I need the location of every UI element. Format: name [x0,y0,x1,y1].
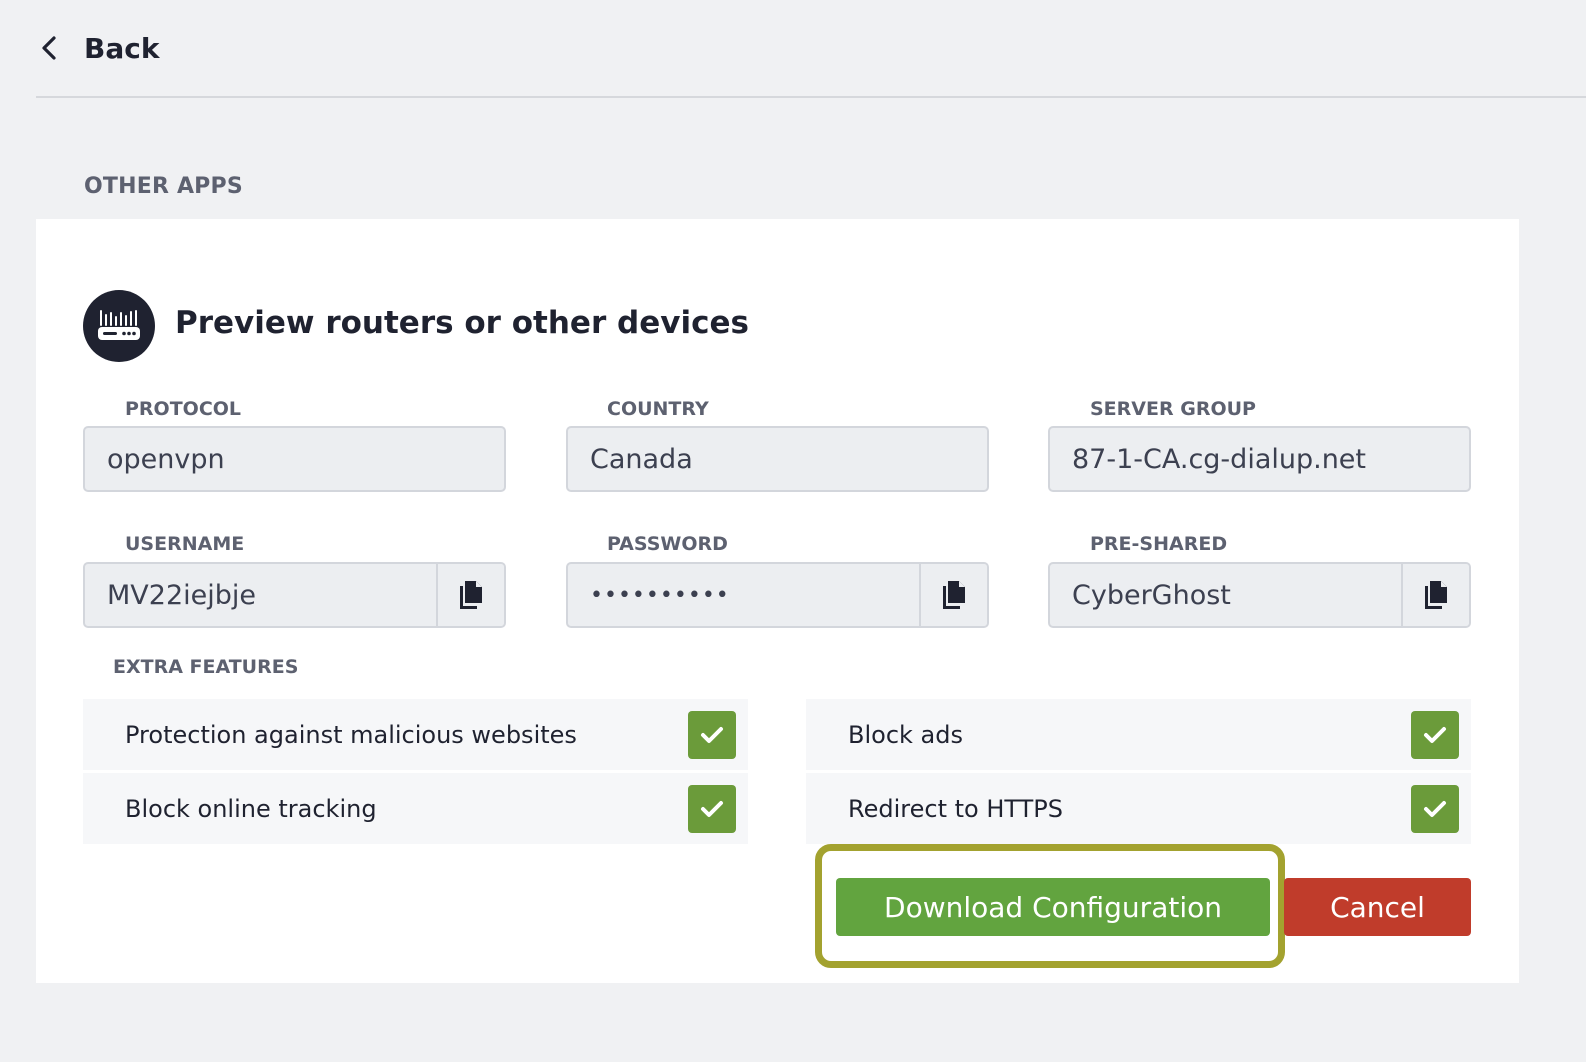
feature-label: Block ads [848,720,963,749]
password-field[interactable]: •••••••••• [566,562,989,628]
chevron-left-icon [42,36,56,60]
back-label: Back [84,31,160,65]
checkmark-icon [701,726,723,743]
checkmark-icon [701,800,723,817]
feature-checkbox-ads[interactable] [1411,710,1459,759]
feature-row-tracking: Block online tracking [83,773,748,844]
router-config-card: Preview routers or other devices PROTOCO… [36,219,1519,983]
protocol-field[interactable]: openvpn [83,426,506,492]
protocol-label: PROTOCOL [125,398,242,420]
feature-checkbox-malicious[interactable] [688,710,736,759]
server-group-label: SERVER GROUP [1090,398,1256,420]
username-value: MV22iejbje [107,579,256,611]
feature-checkbox-https[interactable] [1411,784,1459,833]
server-group-field[interactable]: 87-1-CA.cg-dialup.net [1048,426,1471,492]
password-label: PASSWORD [607,533,728,555]
feature-row-malicious: Protection against malicious websites [83,699,748,770]
cancel-button[interactable]: Cancel [1284,878,1471,936]
card-heading: Preview routers or other devices [175,305,749,341]
copy-icon [943,581,965,609]
section-title: OTHER APPS [84,174,243,199]
feature-row-ads: Block ads [806,699,1471,770]
username-field[interactable]: MV22iejbje [83,562,506,628]
copy-icon [460,581,482,609]
server-group-value: 87-1-CA.cg-dialup.net [1072,443,1367,475]
top-bar: Back [36,0,1586,98]
country-label: COUNTRY [607,398,709,420]
download-configuration-button[interactable]: Download Configuration [836,878,1270,936]
feature-checkbox-tracking[interactable] [688,784,736,833]
country-value: Canada [590,443,693,475]
checkmark-icon [1424,726,1446,743]
extra-features-label: EXTRA FEATURES [113,656,299,678]
copy-password-button[interactable] [919,564,987,626]
country-field[interactable]: Canada [566,426,989,492]
copy-username-button[interactable] [436,564,504,626]
copy-icon [1425,581,1447,609]
username-label: USERNAME [125,533,245,555]
router-icon [98,310,140,340]
protocol-value: openvpn [107,443,225,475]
password-value: •••••••••• [590,582,730,608]
preshared-field[interactable]: CyberGhost [1048,562,1471,628]
checkmark-icon [1424,800,1446,817]
feature-row-https: Redirect to HTTPS [806,773,1471,844]
back-button[interactable]: Back [36,26,159,70]
feature-label: Protection against malicious websites [125,720,577,749]
preshared-value: CyberGhost [1072,579,1231,611]
preshared-label: PRE-SHARED [1090,533,1228,555]
feature-label: Redirect to HTTPS [848,794,1063,823]
router-badge [83,290,155,362]
copy-preshared-button[interactable] [1401,564,1469,626]
feature-label: Block online tracking [125,794,377,823]
